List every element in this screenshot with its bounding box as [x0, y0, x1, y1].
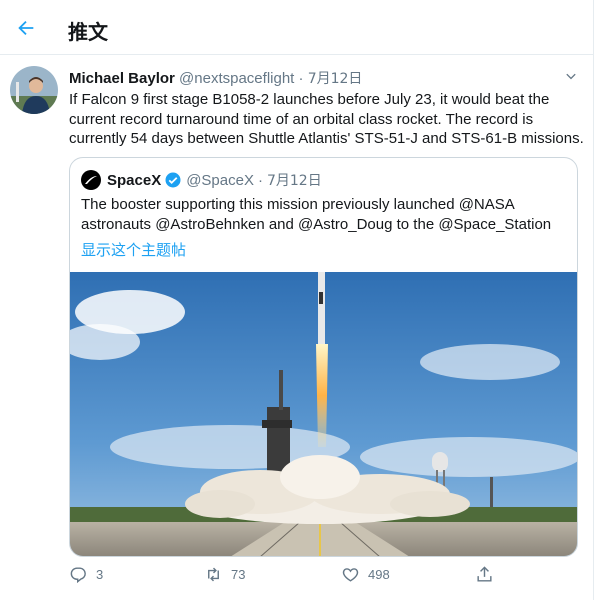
back-button[interactable]	[10, 12, 42, 44]
share-button[interactable]	[475, 565, 502, 584]
reply-button[interactable]: 3	[69, 565, 103, 584]
retweet-icon	[208, 567, 219, 582]
show-thread-link[interactable]: 显示这个主题帖	[81, 239, 186, 260]
quoted-tweet-header: SpaceX @SpaceX · 7月12日	[81, 170, 322, 190]
retweet-button[interactable]: 73	[204, 565, 245, 584]
heart-icon	[342, 568, 359, 582]
chevron-down-icon	[566, 73, 576, 80]
author-handle[interactable]: @nextspaceflight	[179, 70, 294, 87]
reply-count: 3	[96, 567, 104, 582]
author-name[interactable]: Michael Baylor	[69, 70, 175, 87]
top-bar: 推文	[0, 0, 594, 55]
separator-dot: ·	[298, 70, 304, 87]
spacex-avatar	[81, 170, 101, 190]
reply-icon	[70, 567, 86, 584]
tweet-text: If Falcon 9 first stage B1058-2 launches…	[69, 91, 584, 147]
arrow-left-icon	[18, 20, 34, 36]
more-options-button[interactable]	[563, 69, 579, 85]
like-count: 498	[368, 567, 390, 582]
quoted-tweet[interactable]: SpaceX @SpaceX · 7月12日 The booster suppo…	[69, 157, 578, 557]
spacex-logo-icon	[85, 176, 97, 184]
retweet-count: 73	[231, 567, 246, 582]
author-avatar[interactable]	[10, 66, 58, 114]
separator-dot: ·	[257, 171, 263, 189]
share-icon	[477, 566, 492, 582]
quoted-author-name[interactable]: SpaceX	[107, 172, 161, 189]
verified-badge-icon	[165, 172, 181, 188]
quoted-tweet-text: The booster supporting this mission prev…	[81, 196, 552, 233]
tweet-date[interactable]: 7月12日	[308, 71, 363, 87]
rocket-launch-photo[interactable]	[70, 272, 577, 557]
like-button[interactable]: 498	[341, 565, 390, 584]
quoted-tweet-date[interactable]: 7月12日	[267, 170, 322, 190]
page-title: 推文	[68, 20, 108, 44]
tweet-actions: 3 73 498	[69, 565, 509, 591]
tweet-header: Michael Baylor @nextspaceflight · 7月12日	[69, 68, 362, 88]
quoted-author-handle[interactable]: @SpaceX	[186, 172, 254, 189]
